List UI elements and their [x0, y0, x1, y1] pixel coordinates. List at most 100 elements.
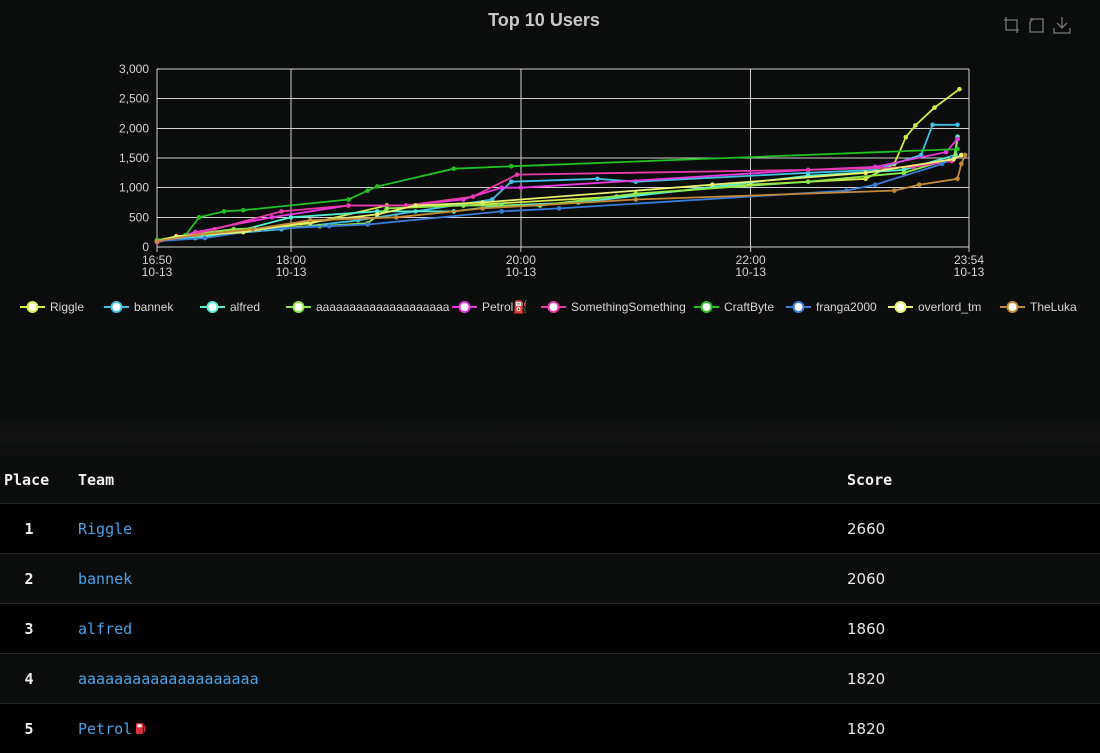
data-point: [508, 179, 514, 185]
place-cell: 4: [24, 669, 34, 688]
team-link[interactable]: aaaaaaaaaaaaaaaaaaaa: [78, 670, 259, 688]
score-column-header: Score: [847, 470, 893, 489]
legend-item[interactable]: alfred: [200, 296, 260, 318]
data-point: [932, 105, 937, 110]
chart-panel: Top 10 Users 0 500 1,000 1,500 2,000 2,500 3,0…: [0, 0, 1100, 420]
series-line: [156, 123, 958, 242]
data-point: [307, 218, 313, 223]
table-row: 3 alfred 1860: [0, 603, 1100, 653]
data-point: [374, 212, 380, 217]
data-point: [499, 185, 505, 190]
data-point: [480, 206, 485, 211]
legend-marker-icon: [452, 301, 477, 313]
line-chart: 05001,0001,5002,0002,5003,00016:5010-131…: [119, 62, 985, 279]
legend-label: SomethingSomething: [571, 300, 686, 314]
legend-marker-icon: [286, 301, 311, 313]
legend-item[interactable]: franga2000: [786, 296, 877, 318]
table-row: 2 bannek 2060: [0, 553, 1100, 603]
data-point: [346, 203, 351, 208]
legend-marker-icon: [888, 301, 913, 313]
x-tick-date-label: 10-13: [276, 265, 307, 279]
legend-item[interactable]: TheLuka: [1000, 296, 1077, 318]
data-point: [154, 238, 160, 244]
place-cell: 5: [24, 719, 34, 738]
legend-label: alfred: [230, 300, 261, 314]
legend-label: Riggle: [50, 300, 85, 314]
table-header-row: Place Team Score: [0, 456, 1100, 503]
legend-label: CraftByte: [724, 300, 775, 314]
team-link[interactable]: bannek: [78, 570, 132, 588]
fuel-pump-icon: [136, 723, 146, 734]
y-tick-label: 1,500: [119, 151, 149, 165]
data-point: [365, 222, 370, 227]
data-point: [250, 226, 256, 232]
data-point: [863, 170, 868, 176]
data-point: [499, 209, 505, 214]
data-point: [480, 200, 485, 205]
legend-marker-icon: [1000, 301, 1025, 313]
legend-label: TheLuka: [1030, 300, 1077, 314]
data-point: [279, 209, 284, 214]
x-tick-date-label: 10-13: [506, 265, 537, 279]
data-point: [913, 123, 918, 128]
data-point: [508, 164, 514, 169]
place-column-header: Place: [4, 470, 50, 489]
data-point: [240, 207, 246, 213]
data-point: [951, 156, 956, 162]
leaderboard-table: Place Team Score 1 Riggle 2660 2 bannek …: [0, 456, 1100, 753]
data-point: [916, 182, 922, 187]
legend-item[interactable]: aaaaaaaaaaaaaaaaaaaa: [286, 296, 449, 318]
data-point: [930, 122, 935, 128]
score-cell: 2060: [847, 569, 886, 588]
place-cell: 2: [24, 569, 34, 588]
data-point: [939, 161, 945, 167]
x-tick-date-label: 10-13: [142, 265, 173, 279]
score-cell: 1860: [847, 619, 886, 638]
data-point: [193, 232, 198, 238]
data-point: [955, 176, 960, 182]
data-point: [955, 136, 960, 142]
data-point: [959, 161, 964, 167]
legend-item[interactable]: overlord_tm: [888, 296, 981, 318]
data-point: [394, 215, 399, 220]
legend-item[interactable]: SomethingSomething: [541, 296, 686, 318]
team-link[interactable]: Petrol: [78, 720, 132, 738]
data-point: [327, 223, 332, 229]
legend-marker-icon: [104, 301, 129, 313]
team-link[interactable]: alfred: [78, 620, 132, 638]
chart-legend: Riggle bannek alfred aaaaaaaaaaaaaaaaaaaa Pe…: [0, 296, 1100, 318]
table-row: 4 aaaaaaaaaaaaaaaaaaaa 1820: [0, 653, 1100, 703]
x-tick-date-label: 10-13: [735, 265, 766, 279]
y-tick-label: 0: [142, 240, 149, 254]
table-row: 1 Riggle 2660: [0, 503, 1100, 553]
data-point: [955, 146, 960, 152]
data-point: [470, 194, 476, 199]
data-point: [595, 176, 600, 182]
legend-item[interactable]: CraftByte: [694, 296, 774, 318]
y-tick-label: 500: [129, 210, 149, 224]
data-point: [633, 191, 639, 196]
legend-item[interactable]: Petrol⛽: [452, 296, 528, 318]
y-tick-label: 2,500: [119, 92, 149, 106]
data-point: [518, 185, 524, 190]
data-point: [374, 184, 380, 189]
legend-label: bannek: [134, 300, 174, 314]
legend-item[interactable]: Riggle: [20, 296, 84, 318]
data-point: [212, 226, 217, 232]
legend-marker-icon: [541, 301, 566, 313]
team-link[interactable]: Riggle: [78, 520, 132, 538]
data-point: [196, 215, 202, 220]
data-point: [556, 206, 562, 211]
legend-marker-icon: [694, 301, 719, 313]
legend-label: Petrol⛽: [482, 300, 529, 314]
score-cell: 1820: [847, 719, 886, 738]
legend-item[interactable]: bannek: [104, 296, 173, 318]
data-point: [805, 179, 811, 185]
data-point: [413, 203, 418, 208]
place-cell: 3: [24, 619, 34, 638]
score-cell: 1820: [847, 669, 886, 688]
section-divider: [0, 420, 1100, 456]
score-cell: 2660: [847, 519, 886, 538]
data-point: [903, 134, 909, 140]
legend-label: aaaaaaaaaaaaaaaaaaaa: [316, 300, 450, 314]
